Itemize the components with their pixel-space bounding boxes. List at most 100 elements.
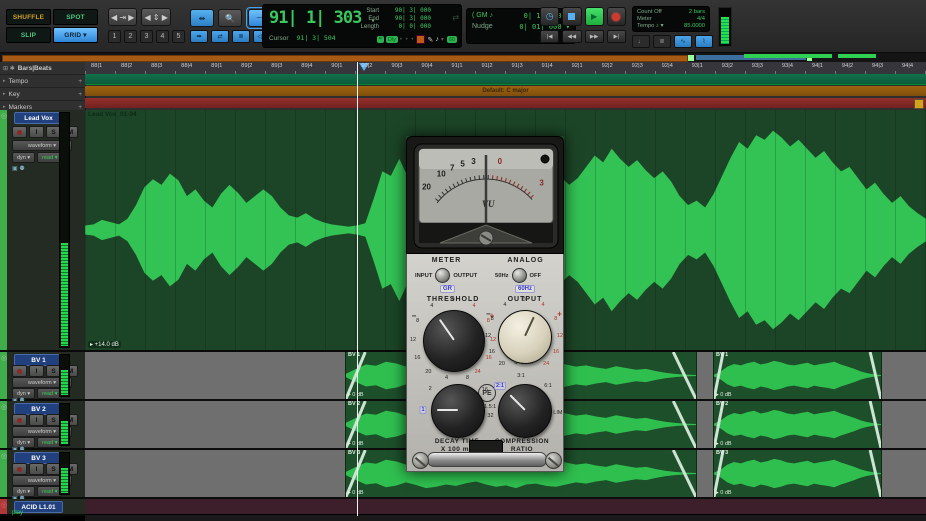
track-header-bv-1[interactable]: ◎BV 1ISMwaveform ▾dyn ▾read ▾▣ ⚉ <box>0 352 85 404</box>
add-key-button[interactable]: + <box>78 91 82 98</box>
input-button[interactable]: I <box>29 414 44 426</box>
tempo-badge: 60 <box>446 36 457 43</box>
play-button[interactable]: ▶ <box>584 7 604 26</box>
zoom-preset-2[interactable]: 2 <box>124 30 137 43</box>
count-off-row[interactable]: Meter 4/4 <box>637 16 705 23</box>
metronome-row-button[interactable]: ⌇ <box>695 35 713 48</box>
count-off-panel: Count Off 2 bars Meter 4/4 Tempo ♪ ▾ 85.0000 <box>632 6 710 32</box>
transport-skip-button[interactable]: ▶▶ <box>584 30 604 43</box>
zoom-preset-5[interactable]: 5 <box>172 30 185 43</box>
meter-mode-toggle[interactable]: INPUT OUTPUT <box>415 268 477 283</box>
knob-scale-tick: 24 <box>543 361 550 368</box>
grid-status-badge[interactable]: ⌗ <box>376 36 384 43</box>
zoom-mini-button[interactable]: ➡ <box>190 30 208 43</box>
clip-gain-label[interactable]: ▸ +14.0 dB <box>88 341 121 348</box>
selection-length[interactable]: 0| 0| 000 <box>387 23 431 31</box>
zoom-nav-button[interactable]: ◀ ⇕ ▶ <box>141 8 171 26</box>
knob-scale-tick: 0 <box>522 297 526 303</box>
zoom-mini-button[interactable]: ≣ <box>232 30 250 43</box>
clip-gain-label[interactable]: ▸ 0 dB <box>716 490 732 496</box>
output-knob[interactable] <box>498 310 552 364</box>
bv-audio-clip[interactable]: BV 2 ▸ 0 dB <box>713 401 882 448</box>
knob-scale-tick: 1 <box>419 406 427 414</box>
record-enable-button[interactable] <box>12 463 27 475</box>
record-button[interactable] <box>606 7 626 26</box>
marker-flag[interactable] <box>914 99 924 109</box>
meter-toggle-knob[interactable] <box>435 268 451 283</box>
bar-label: 90|3 <box>391 63 403 69</box>
transport-skip-button[interactable]: ◀◀ <box>562 30 582 43</box>
input-button[interactable]: I <box>29 463 44 475</box>
plugin-meter-housing: 20 10 7 5 3 0 3 VU <box>406 136 564 254</box>
link-selection-icon[interactable]: ⇄ <box>452 13 459 22</box>
tempo-ruler-label[interactable]: Tempo <box>9 78 29 85</box>
track-name[interactable]: Lead Vox <box>14 112 63 124</box>
track-header-bv-2[interactable]: ◎BV 2ISMwaveform ▾dyn ▾read ▾▣ ⚉ <box>0 401 85 453</box>
threshold-knob[interactable] <box>423 310 485 372</box>
record-enable-button[interactable] <box>12 414 27 426</box>
edit-mode-buttons: SHUFFLE SPOT SLIP GRID ▾ <box>6 9 98 43</box>
add-tempo-button[interactable]: + <box>78 78 82 85</box>
stop-button[interactable] <box>562 7 582 26</box>
compression-ratio-knob[interactable] <box>498 384 552 438</box>
bars-beats-ruler-label[interactable]: Bars|Beats <box>18 65 52 72</box>
clip-gain-label[interactable]: ▸ 0 dB <box>716 441 732 447</box>
zoomer-tool-button[interactable]: 🔍 <box>218 9 242 27</box>
knob-scale-tick: 20 <box>498 361 505 368</box>
key-ruler-label[interactable]: Key <box>9 91 20 98</box>
count-off-row[interactable]: Count Off 2 bars <box>637 9 705 16</box>
knob-scale-tick: 1.5:1 <box>484 404 497 411</box>
online-button[interactable]: ◷ <box>540 7 560 26</box>
record-enable-button[interactable] <box>12 126 27 138</box>
track-header-lead-vox[interactable]: ◎ Lead Vox I S Mwaveform ▾ dyn ▾ read ▾ ▣ ⚉ <box>0 110 85 352</box>
clip-gain-label[interactable]: ▸ 0 dB <box>348 490 364 496</box>
svg-text:3: 3 <box>471 157 476 166</box>
delay-compensation-badge[interactable]: Dly <box>385 36 398 43</box>
metronome-row-button[interactable]: ∿ <box>674 35 692 48</box>
dyn-button[interactable]: dyn ▾ <box>12 152 36 163</box>
input-button[interactable]: I <box>29 365 44 377</box>
ruler-corner-icons[interactable]: ⊞ ✱ <box>3 65 15 72</box>
universe-scroll-strip[interactable] <box>0 53 926 62</box>
selection-end[interactable]: 90| 3| 000 <box>387 15 431 23</box>
main-counter[interactable]: 91| 1| 303 ▾ <box>269 8 375 28</box>
edit-mode-grid[interactable]: GRID ▾ <box>53 27 98 43</box>
bv-audio-clip[interactable]: BV 1 ▸ 0 dB <box>713 352 882 399</box>
markers-lane[interactable] <box>85 98 926 109</box>
dropdown-icon[interactable]: ▾ <box>441 36 445 43</box>
bv-audio-clip[interactable]: BV 3 ▸ 0 dB <box>713 450 882 497</box>
track-height-nav-button[interactable]: ◀ ⇥ ▶ <box>108 8 138 26</box>
key-lane[interactable]: Default: C major <box>85 86 926 96</box>
transport-skip-button[interactable]: |◀ <box>540 30 560 43</box>
track-header-acid-l1.01[interactable]: ◎ ACID L1.01 play <box>0 499 85 516</box>
analog-hum-toggle[interactable]: 50Hz OFF <box>495 268 541 283</box>
record-enable-button[interactable] <box>12 365 27 377</box>
universe-session-bar <box>2 55 688 62</box>
session-status-square[interactable] <box>416 35 426 44</box>
zoom-toggle-button[interactable]: ⇹ <box>190 9 214 27</box>
metronome-row-button[interactable]: ≣ <box>653 35 671 48</box>
transport-skip-button[interactable]: ▶| <box>606 30 626 43</box>
tempo-lane[interactable] <box>85 74 926 85</box>
clip-gain-label[interactable]: ▸ 0 dB <box>348 392 364 398</box>
clip-gain-label[interactable]: ▸ 0 dB <box>716 392 732 398</box>
zoom-preset-4[interactable]: 4 <box>156 30 169 43</box>
zoom-mini-button[interactable]: ⇄ <box>211 30 229 43</box>
edit-mode-spot[interactable]: SPOT <box>53 9 98 25</box>
knob-scale-tick: 4 <box>503 302 507 309</box>
edit-mode-shuffle[interactable]: SHUFFLE <box>6 9 51 25</box>
clip-gain-label[interactable]: ▸ 0 dB <box>348 441 364 447</box>
pencil-icon[interactable]: ✎ <box>427 36 433 44</box>
count-off-row[interactable]: Tempo ♪ ▾ 85.0000 <box>637 23 705 30</box>
edit-mode-slip[interactable]: SLIP <box>6 27 51 43</box>
analog-toggle-knob[interactable] <box>511 268 527 283</box>
selection-start[interactable]: 90| 3| 000 <box>387 7 431 15</box>
zoom-preset-3[interactable]: 3 <box>140 30 153 43</box>
note-icon[interactable]: ♪ <box>435 36 439 43</box>
metronome-row-button[interactable]: ♩ <box>632 35 650 48</box>
track-header-bv-3[interactable]: ◎BV 3ISMwaveform ▾dyn ▾read ▾▣ ⚉ <box>0 450 85 502</box>
input-button[interactable]: I <box>29 126 44 138</box>
clip-name: BV 2 <box>348 401 361 407</box>
decay-time-knob[interactable] <box>431 384 485 438</box>
zoom-preset-1[interactable]: 1 <box>108 30 121 43</box>
